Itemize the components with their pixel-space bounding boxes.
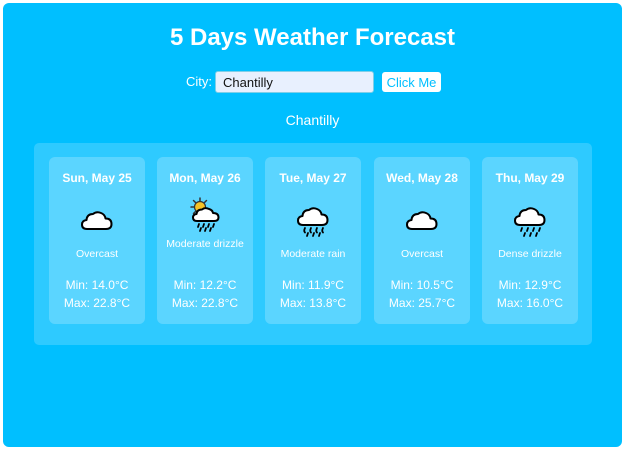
forecast-card: Wed, May 28 Overcast Min: 10.5°C Max: 25… bbox=[374, 157, 470, 324]
cloud-drizzle-icon bbox=[514, 207, 546, 237]
location-name: Chantilly bbox=[285, 112, 340, 128]
cloud-icon bbox=[406, 211, 438, 230]
forecast-max: Max: 22.8°C bbox=[63, 296, 131, 310]
app-container: 5 Days Weather Forecast City: Click Me C… bbox=[3, 3, 622, 447]
forecast-description: Overcast bbox=[75, 248, 118, 260]
forecast-description: Moderate drizzle bbox=[166, 238, 244, 250]
forecast-max: Max: 25.7°C bbox=[388, 296, 456, 310]
forecast-day: Sun, May 25 bbox=[62, 171, 132, 185]
submit-button[interactable]: Click Me bbox=[382, 72, 441, 92]
forecast-panel: Sun, May 25 Overcast Min: 14.0°C Max: 22… bbox=[34, 143, 592, 345]
search-row: City: Click Me bbox=[3, 71, 622, 93]
cloud-rain-icon bbox=[297, 207, 329, 237]
forecast-min: Min: 11.9°C bbox=[282, 278, 344, 292]
forecast-card: Thu, May 29 Dense drizzle Min: 12.9°C Ma… bbox=[482, 157, 578, 324]
forecast-max: Max: 16.0°C bbox=[496, 296, 564, 310]
forecast-description: Dense drizzle bbox=[498, 248, 562, 260]
forecast-max: Max: 22.8°C bbox=[171, 296, 239, 310]
city-input[interactable] bbox=[215, 71, 374, 93]
forecast-day: Mon, May 26 bbox=[169, 171, 241, 185]
forecast-card: Mon, May 26 Moderate drizzle Min: 12.2°C bbox=[157, 157, 253, 324]
forecast-min: Min: 12.2°C bbox=[173, 278, 237, 292]
forecast-day: Tue, May 27 bbox=[279, 171, 347, 185]
city-label: City: bbox=[186, 74, 212, 89]
forecast-min: Min: 10.5°C bbox=[390, 278, 454, 292]
forecast-description: Moderate rain bbox=[280, 248, 346, 260]
forecast-min: Min: 12.9°C bbox=[498, 278, 562, 292]
sun-cloud-drizzle-icon bbox=[190, 197, 220, 232]
page-title: 5 Days Weather Forecast bbox=[169, 24, 456, 51]
forecast-min: Min: 14.0°C bbox=[65, 278, 129, 292]
forecast-day: Wed, May 28 bbox=[386, 171, 458, 185]
forecast-card: Sun, May 25 Overcast Min: 14.0°C Max: 22… bbox=[49, 157, 145, 324]
cloud-icon bbox=[81, 211, 113, 230]
forecast-description: Overcast bbox=[400, 248, 443, 260]
forecast-card: Tue, May 27 Moderate rain Min: 11.9°C Ma… bbox=[265, 157, 361, 324]
forecast-max: Max: 13.8°C bbox=[279, 296, 347, 310]
forecast-day: Thu, May 29 bbox=[495, 171, 565, 185]
